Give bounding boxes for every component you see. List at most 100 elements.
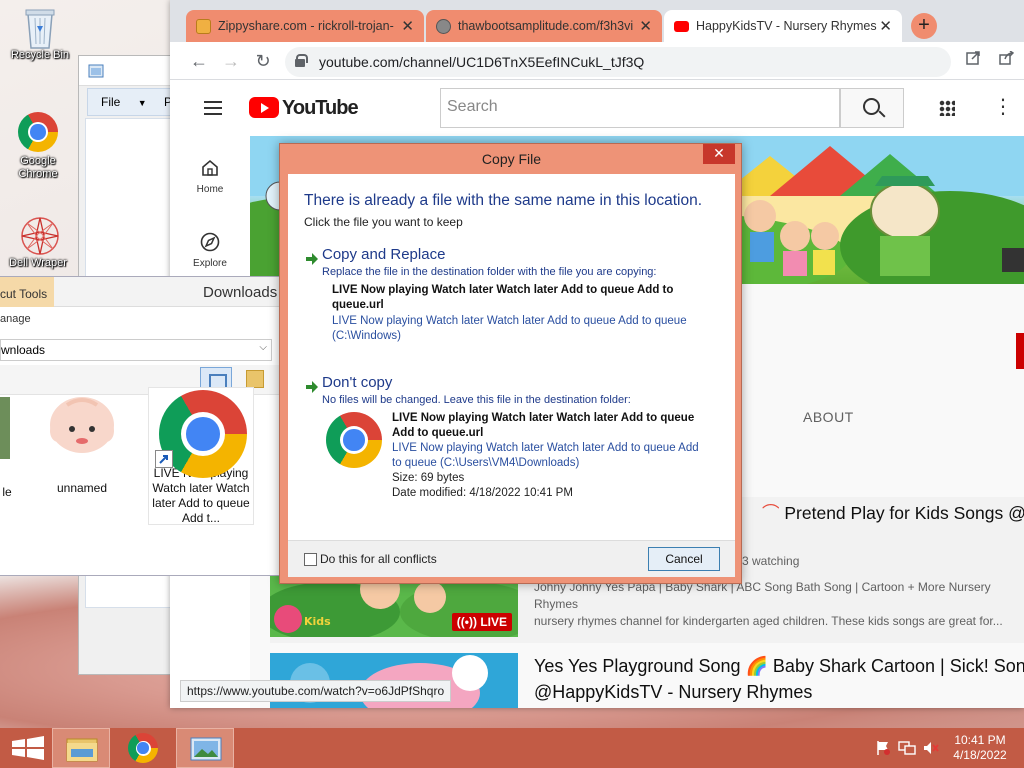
subscribe-button[interactable] [1016, 333, 1024, 369]
svg-text:Kids: Kids [304, 615, 331, 628]
taskbar: 10:41 PM 4/18/2022 [0, 728, 1024, 768]
close-icon[interactable]: ✕ [703, 144, 735, 164]
folder-icon [66, 738, 98, 762]
live-badge: ((•)) LIVE [451, 613, 512, 631]
home-icon [200, 158, 220, 178]
file-item[interactable]: le [0, 397, 14, 500]
copy-file-dialog[interactable]: Copy File ✕ There is already a file with… [279, 143, 742, 584]
address-bar[interactable]: youtube.com/channel/UC1D6TnX5EefINCukL_t… [285, 47, 951, 77]
lock-icon [295, 54, 308, 67]
tab-close-icon[interactable]: ✕ [639, 17, 652, 35]
downloads-explorer-window[interactable]: cut Tools Downloads anage wnloads ⌵ le u… [0, 276, 282, 576]
chevron-down-icon[interactable]: ⌵ [259, 342, 267, 353]
do-for-all-checkbox[interactable] [304, 553, 317, 566]
dell-wraper-desktop-icon[interactable]: Dell Wraper [2, 214, 74, 270]
file-path: LIVE Now playing Watch later Watch later… [392, 442, 699, 469]
address-bar[interactable]: wnloads ⌵ [0, 339, 272, 361]
start-button[interactable] [0, 728, 58, 768]
mandala-icon [18, 214, 59, 255]
taskbar-chrome[interactable] [114, 728, 172, 768]
option-heading: Copy and Replace [322, 246, 446, 263]
forward-arrow-icon[interactable]: → [219, 50, 243, 74]
system-clock[interactable]: 10:41 PM 4/18/2022 [944, 733, 1016, 763]
dont-copy-option[interactable]: Don't copy No files will be changed. Lea… [302, 374, 722, 504]
window-icon [88, 64, 104, 78]
video-title[interactable]: Yes Yes Playground Song 🌈 Baby Shark Car… [534, 653, 1024, 705]
desktop-icon-label: Dell Wraper [9, 257, 67, 269]
more-options-icon[interactable]: ⋮ [993, 97, 1013, 117]
tab-zippyshare[interactable]: Zippyshare.com - rickroll-trojan- ✕ [186, 10, 424, 42]
flag-icon[interactable] [875, 740, 891, 759]
dialog-footer: Do this for all conflicts Cancel [288, 540, 735, 577]
file-name: LIVE Now playing Watch later Watch later… [392, 412, 695, 439]
checkbox-label[interactable]: Do this for all conflicts [320, 552, 437, 566]
volume-muted-icon[interactable] [922, 740, 940, 759]
browser-toolbar: ← → ↻ youtube.com/channel/UC1D6TnX5EefIN… [170, 42, 1024, 80]
tab-thawbootsamplitude[interactable]: thawbootsamplitude.com/f3h3vi ✕ [426, 10, 662, 42]
folder-icon[interactable] [246, 370, 264, 388]
file-path: LIVE Now playing Watch later Watch later… [332, 315, 687, 342]
dropdown-arrow-icon: ▼ [137, 98, 147, 108]
chrome-icon [18, 112, 58, 152]
youtube-play-icon [249, 97, 279, 118]
chrome-icon [326, 412, 382, 468]
desktop-icon-label: Google Chrome [18, 155, 58, 180]
dialog-title: Copy File [481, 151, 542, 167]
link-status-bar: https://www.youtube.com/watch?v=o6JdPfSh… [180, 680, 452, 702]
chrome-desktop-icon[interactable]: Google Chrome [2, 112, 74, 181]
search-button[interactable] [840, 88, 904, 128]
video-title[interactable]: ⌒ Pretend Play for Kids Songs @Ha [762, 500, 1024, 526]
photo-icon [190, 737, 222, 761]
tab-close-icon[interactable]: ✕ [879, 17, 892, 35]
green-arrow-icon [306, 381, 318, 393]
network-icon[interactable] [898, 740, 916, 759]
cancel-button[interactable]: Cancel [648, 547, 720, 571]
file-menu-tab[interactable]: File ▼ P [101, 95, 172, 109]
file-name: LIVE Now playing Watch later Watch later… [332, 284, 674, 311]
windows-logo-icon [12, 736, 44, 760]
dialog-subheading: Click the file you want to keep [304, 215, 463, 229]
chrome-icon [155, 390, 247, 482]
chrome-icon [128, 733, 158, 763]
zippyshare-favicon-icon [196, 19, 211, 34]
desktop-icon-label: Recycle Bin [10, 49, 70, 61]
share-icon[interactable] [999, 50, 1015, 68]
tab-happykidstv[interactable]: HappyKidsTV - Nursery Rhymes ✕ [664, 10, 902, 42]
tab-about[interactable]: ABOUT [803, 409, 854, 425]
url-text: youtube.com/channel/UC1D6TnX5EefINCukL_t… [319, 54, 645, 70]
back-arrow-icon[interactable]: ← [187, 50, 211, 74]
window-title: Downloads [203, 284, 278, 301]
video-meta: 3 watching [742, 554, 800, 568]
manage-tab[interactable]: anage [0, 313, 31, 325]
rainbow-icon: ⌒ [762, 503, 780, 523]
new-tab-button[interactable]: + [911, 13, 937, 39]
menu-icon[interactable] [204, 101, 222, 115]
youtube-header: YouTube Search ⋮ [170, 80, 1024, 136]
shortcut-tools-tab[interactable]: cut Tools [0, 277, 54, 307]
apps-grid-icon[interactable] [939, 100, 955, 116]
search-input[interactable]: Search [440, 88, 840, 128]
recycle-bin-desktop-icon[interactable]: Recycle Bin [4, 6, 76, 62]
guide-item-explore[interactable]: Explore [170, 232, 250, 269]
file-thumbnail [50, 397, 114, 453]
guide-item-home[interactable]: Home [170, 158, 250, 195]
option-heading: Don't copy [322, 374, 393, 391]
video-description: Johny Johny Yes Papa | Baby Shark | ABC … [534, 580, 1003, 628]
green-arrow-icon [306, 253, 318, 265]
compass-icon [200, 232, 220, 252]
taskbar-file-explorer[interactable] [52, 728, 110, 768]
copy-and-replace-option[interactable]: Copy and Replace Replace the file in the… [302, 246, 722, 350]
recycle-bin-icon [20, 6, 60, 49]
tab-close-icon[interactable]: ✕ [401, 17, 414, 35]
shortcut-arrow-icon [155, 450, 173, 468]
globe-icon [436, 19, 451, 34]
file-item[interactable]: LIVE Now playing Watch later Watch later… [148, 387, 254, 525]
file-meta: Size: 69 bytes Date modified: 4/18/2022 … [392, 472, 573, 499]
reload-icon[interactable]: ↻ [251, 50, 275, 74]
explorer-titlebar: cut Tools Downloads [0, 277, 281, 307]
file-item[interactable]: unnamed [30, 395, 134, 496]
option-description: Replace the file in the destination fold… [322, 266, 657, 278]
open-in-app-icon[interactable] [966, 51, 980, 68]
file-thumbnail [0, 397, 10, 459]
taskbar-image-viewer[interactable] [176, 728, 234, 768]
